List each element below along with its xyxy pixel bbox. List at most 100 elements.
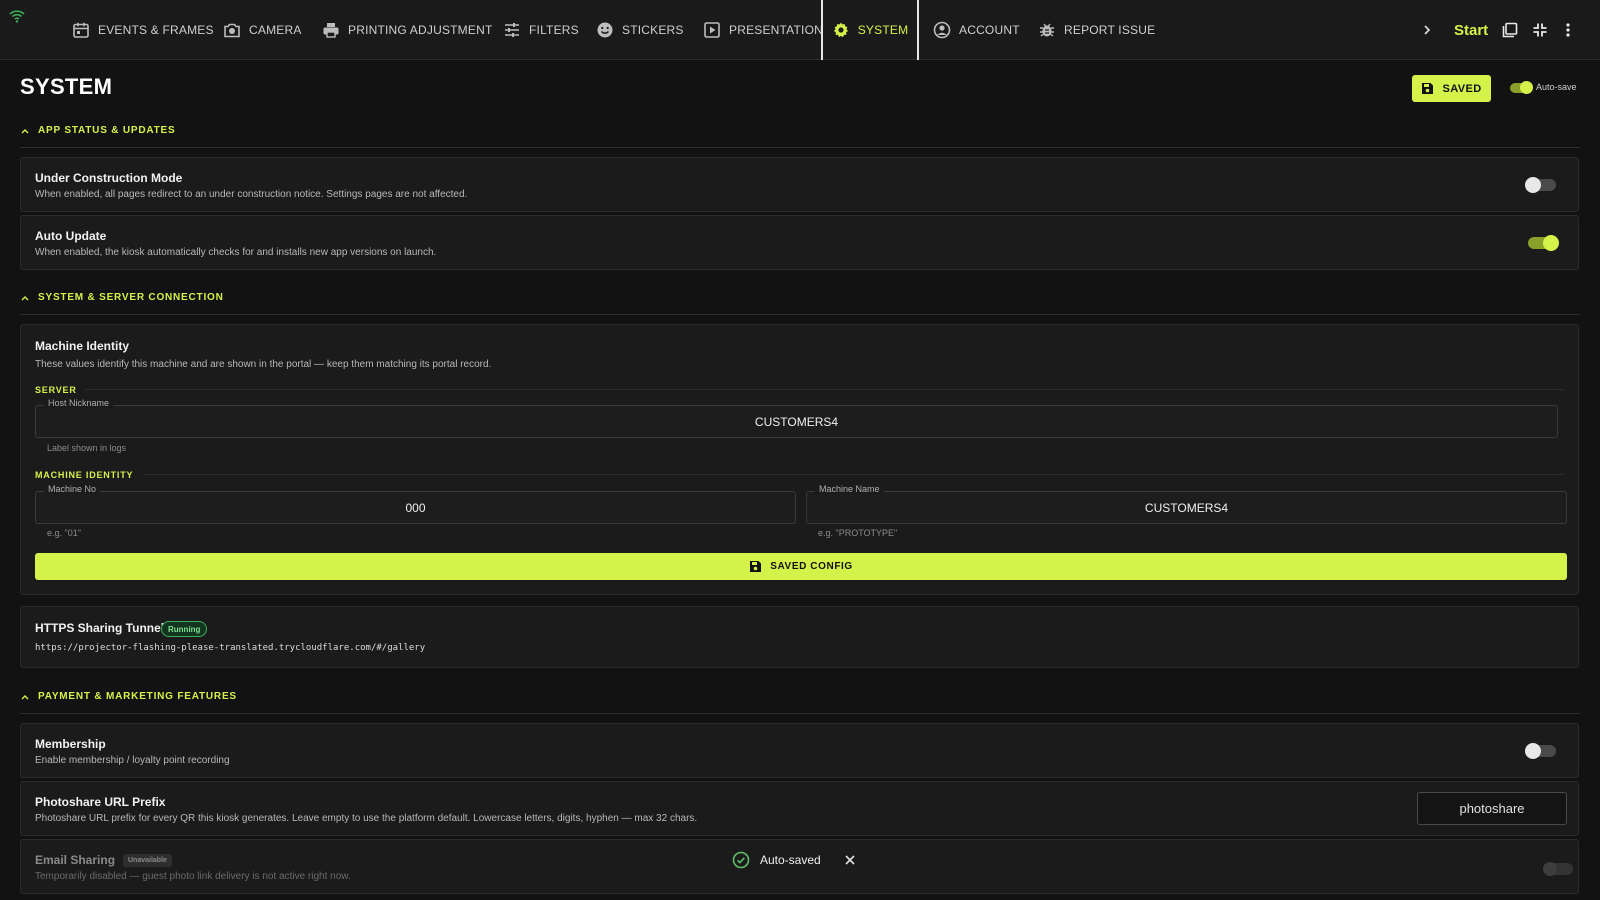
autosave-toggle[interactable] (1510, 81, 1533, 94)
chevron-right-button[interactable] (1420, 0, 1434, 60)
membership-card: Membership Enable membership / loyalty p… (20, 723, 1579, 778)
saved-button[interactable]: SAVED (1412, 75, 1491, 102)
autosaved-toast: Auto-saved (732, 846, 857, 874)
more-menu-button[interactable] (1565, 0, 1571, 60)
play-icon (704, 22, 720, 38)
toast-message: Auto-saved (760, 853, 821, 867)
chevron-up-icon (21, 129, 29, 134)
tab-system[interactable]: SYSTEM (821, 0, 919, 60)
machine-name-input[interactable]: Machine Name CUSTOMERS4 (806, 484, 1567, 524)
under-construction-card: Under Construction Mode When enabled, al… (20, 157, 1579, 212)
setting-title: Photoshare URL Prefix (35, 795, 166, 809)
toggle-knob (1525, 743, 1541, 759)
start-label: Start (1454, 21, 1489, 39)
toggle-knob (1543, 862, 1557, 876)
tab-filters[interactable]: FILTERS (503, 0, 579, 60)
server-subheading: SERVER (35, 385, 77, 395)
tab-label: CAMERA (249, 23, 302, 37)
section-title: APP STATUS & UPDATES (38, 125, 176, 136)
gallery-icon (1502, 22, 1518, 38)
autosave-label: Auto-save (1536, 82, 1577, 92)
host-nickname-input[interactable]: Host Nickname CUSTOMERS4 (35, 398, 1558, 438)
tunnel-url[interactable]: https://projector-flashing-please-transl… (35, 643, 425, 653)
field-value: CUSTOMERS4 (1144, 500, 1229, 515)
setting-description: When enabled, the kiosk automatically ch… (35, 247, 437, 258)
membership-toggle[interactable] (1525, 743, 1556, 759)
section-title: SYSTEM & SERVER CONNECTION (38, 292, 224, 303)
toggle-knob (1520, 81, 1533, 94)
page-title: SYSTEM (20, 74, 113, 99)
machine-identity-card: Machine Identity These values identify t… (20, 324, 1579, 595)
tab-account[interactable]: ACCOUNT (933, 0, 1020, 60)
field-label: Host Nickname (44, 398, 114, 408)
tab-camera[interactable]: CAMERA (223, 0, 302, 60)
button-label: SAVED CONFIG (770, 561, 853, 572)
email-sharing-toggle (1543, 862, 1573, 876)
account-icon (933, 21, 951, 39)
field-value: 000 (405, 500, 426, 515)
fullscreen-exit-icon (1533, 23, 1547, 37)
field-label: Machine Name (815, 484, 884, 494)
top-nav-bar: EVENTS & FRAMES CAMERA PRINTING ADJUSTME… (0, 0, 1600, 60)
gallery-button[interactable] (1502, 0, 1518, 60)
section-header-app-status[interactable]: APP STATUS & UPDATES (20, 125, 1580, 148)
tab-events-frames[interactable]: EVENTS & FRAMES (72, 0, 214, 60)
tab-report-issue[interactable]: REPORT ISSUE (1038, 0, 1155, 60)
photoshare-prefix-card: Photoshare URL Prefix Photoshare URL pre… (20, 781, 1579, 836)
field-helper: e.g. "PROTOTYPE" (818, 528, 898, 538)
tab-label: ACCOUNT (959, 23, 1020, 37)
field-helper: e.g. "01" (47, 528, 81, 538)
tab-label: STICKERS (622, 23, 684, 37)
setting-title: Under Construction Mode (35, 171, 183, 185)
field-helper: Label shown in logs (47, 443, 127, 453)
tab-label: EVENTS & FRAMES (98, 23, 214, 37)
tab-presentation[interactable]: PRESENTATION (703, 0, 823, 60)
photoshare-prefix-input[interactable]: photoshare (1417, 792, 1567, 825)
divider (85, 389, 1564, 390)
setting-title: Auto Update (35, 229, 107, 243)
check-circle-icon (732, 851, 750, 869)
chevron-up-icon (21, 296, 29, 301)
card-title: HTTPS Sharing Tunnel (35, 621, 165, 635)
camera-icon (224, 23, 240, 38)
auto-update-card: Auto Update When enabled, the kiosk auto… (20, 215, 1579, 270)
setting-title: Membership (35, 737, 106, 751)
machine-identity-subheading: MACHINE IDENTITY (35, 470, 134, 480)
machine-no-input[interactable]: Machine No 000 (35, 484, 796, 524)
close-icon[interactable] (843, 853, 857, 867)
bug-icon (1040, 23, 1054, 37)
more-vertical-icon (1566, 23, 1570, 37)
save-icon (1422, 83, 1434, 94)
tab-stickers[interactable]: STICKERS (596, 0, 684, 60)
field-label: Machine No (44, 484, 101, 494)
https-tunnel-card: HTTPS Sharing Tunnel Running https://pro… (20, 606, 1579, 668)
printer-icon (323, 23, 339, 38)
tab-label: SYSTEM (857, 23, 909, 37)
chevron-up-icon (21, 695, 29, 700)
setting-description: Photoshare URL prefix for every QR this … (35, 813, 698, 824)
setting-title: Email Sharing (35, 853, 116, 867)
section-header-server[interactable]: SYSTEM & SERVER CONNECTION (20, 292, 1580, 315)
tab-label: PRINTING ADJUSTMENT (348, 23, 493, 37)
unavailable-badge: Unavailable (123, 854, 172, 867)
saved-config-button[interactable]: SAVED CONFIG (35, 553, 1567, 580)
section-title: PAYMENT & MARKETING FEATURES (38, 691, 237, 702)
fullscreen-exit-button[interactable] (1532, 0, 1548, 60)
smiley-icon (597, 22, 613, 38)
tab-label: REPORT ISSUE (1064, 23, 1156, 37)
section-header-payment[interactable]: PAYMENT & MARKETING FEATURES (20, 691, 1580, 714)
gear-icon (833, 22, 848, 38)
setting-description: Temporarily disabled — guest photo link … (35, 871, 351, 882)
chevron-right-icon (1424, 25, 1431, 35)
wifi-icon (9, 10, 25, 23)
card-description: These values identify this machine and a… (35, 359, 492, 370)
toggle-knob (1525, 177, 1541, 193)
toggle-knob (1543, 235, 1559, 251)
saved-button-label: SAVED (1442, 82, 1482, 95)
under-construction-toggle[interactable] (1525, 177, 1556, 193)
start-button[interactable]: Start (1454, 0, 1488, 60)
tab-label: FILTERS (529, 23, 579, 37)
save-icon (750, 561, 762, 572)
auto-update-toggle[interactable] (1528, 235, 1559, 251)
tab-printing-adjustment[interactable]: PRINTING ADJUSTMENT (322, 0, 492, 60)
